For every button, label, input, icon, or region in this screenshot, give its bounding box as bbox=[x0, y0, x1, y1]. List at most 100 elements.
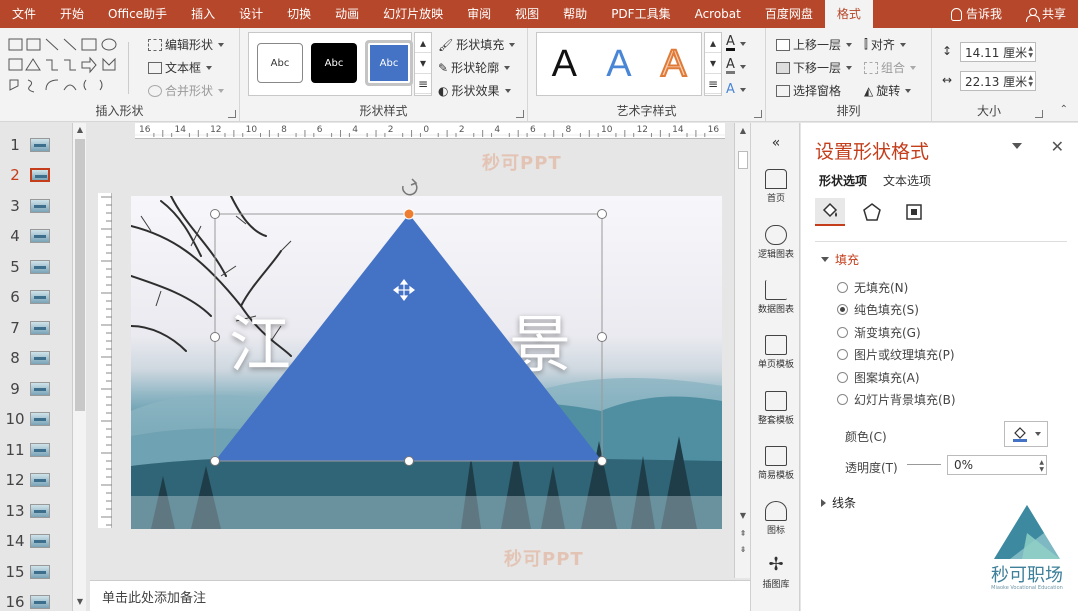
resize-handle-top-right[interactable] bbox=[597, 209, 607, 219]
selected-triangle-shape[interactable] bbox=[90, 123, 730, 578]
radio-no-fill[interactable] bbox=[837, 282, 848, 293]
fill-line-icon[interactable] bbox=[815, 198, 845, 226]
option-gradient-fill[interactable]: 渐变填充(G) bbox=[837, 324, 921, 341]
scroll-up-icon[interactable]: ▲ bbox=[738, 126, 748, 136]
thumbnail-scroll-thumb[interactable] bbox=[75, 139, 85, 411]
shape-style-gallery-scroll[interactable]: ▴ ▾ ≡ bbox=[414, 32, 432, 96]
tab-design[interactable]: 设计 bbox=[227, 0, 275, 28]
tab-transitions[interactable]: 切换 bbox=[275, 0, 323, 28]
option-no-fill[interactable]: 无填充(N) bbox=[837, 279, 908, 296]
radio-slide-bg-fill[interactable] bbox=[837, 394, 848, 405]
thumbnail-slide-11[interactable]: 11 bbox=[0, 438, 70, 462]
option-picture-fill[interactable]: 图片或纹理填充(P) bbox=[837, 346, 955, 363]
shape-styles-launcher-icon[interactable] bbox=[516, 110, 524, 118]
transparency-input[interactable]: 0% ▲ ▼ bbox=[947, 455, 1047, 475]
shape-fill-button[interactable]: 🖌 形状填充 bbox=[438, 36, 516, 53]
merge-shapes-button[interactable]: 合并形状 bbox=[148, 82, 225, 99]
style-white[interactable]: Abc bbox=[257, 43, 303, 83]
resize-handle-right[interactable] bbox=[597, 332, 607, 342]
width-spinner-icon[interactable]: ▲ ▼ bbox=[1028, 74, 1033, 88]
width-input[interactable]: 22.13 厘米 ▲ ▼ bbox=[960, 71, 1036, 91]
notes-pane[interactable]: 单击此处添加备注 bbox=[90, 580, 750, 611]
scroll-down-icon[interactable]: ▼ bbox=[75, 597, 85, 607]
radio-gradient-fill[interactable] bbox=[837, 327, 848, 338]
shape-outline-button[interactable]: ✎ 形状轮廓 bbox=[438, 59, 511, 76]
scroll-up-icon[interactable]: ▲ bbox=[75, 125, 85, 135]
option-solid-fill[interactable]: 纯色填充(S) bbox=[837, 301, 919, 318]
tab-slideshow[interactable]: 幻灯片放映 bbox=[371, 0, 455, 28]
align-button[interactable]: ⫿ 对齐 bbox=[864, 36, 906, 53]
text-outline-button[interactable]: A bbox=[726, 58, 746, 74]
option-slide-bg-fill[interactable]: 幻灯片背景填充(B) bbox=[837, 391, 956, 408]
thumbnail-slide-4[interactable]: 4 bbox=[0, 224, 70, 248]
close-pane-icon[interactable]: ✕ bbox=[1051, 137, 1064, 156]
thumbnail-slide-8[interactable]: 8 bbox=[0, 346, 70, 370]
text-fill-button[interactable]: A bbox=[726, 35, 746, 51]
height-input[interactable]: 14.11 厘米 ▲ ▼ bbox=[960, 42, 1036, 62]
thumbnail-slide-3[interactable]: 3 bbox=[0, 194, 70, 218]
thumbnail-slide-10[interactable]: 10 bbox=[0, 407, 70, 431]
thumbnail-slide-14[interactable]: 14 bbox=[0, 529, 70, 553]
radio-pattern-fill[interactable] bbox=[837, 372, 848, 383]
color-picker-button[interactable] bbox=[1004, 421, 1048, 447]
line-section-header[interactable]: 线条 bbox=[821, 494, 856, 511]
tab-file[interactable]: 文件 bbox=[0, 0, 48, 28]
more-icon[interactable]: ≡ bbox=[415, 74, 431, 95]
insert-shapes-launcher-icon[interactable] bbox=[228, 110, 236, 118]
scroll-down-icon[interactable]: ▼ bbox=[738, 511, 748, 521]
rotate-button[interactable]: ◭ 旋转 bbox=[864, 82, 912, 99]
size-launcher-icon[interactable] bbox=[1035, 110, 1043, 118]
chevron-down-icon[interactable]: ▾ bbox=[415, 53, 431, 74]
wordart-gallery-scroll[interactable]: ▴ ▾ ≡ bbox=[704, 32, 722, 96]
height-spinner-icon[interactable]: ▲ ▼ bbox=[1028, 45, 1033, 59]
next-slide-icon[interactable]: ⇟ bbox=[738, 545, 748, 555]
tab-animations[interactable]: 动画 bbox=[323, 0, 371, 28]
strip-illustration-button[interactable]: ✢ 插图库 bbox=[751, 555, 801, 591]
tab-insert[interactable]: 插入 bbox=[179, 0, 227, 28]
tab-baidu-netdisk[interactable]: 百度网盘 bbox=[753, 0, 825, 28]
bring-forward-button[interactable]: 上移一层 bbox=[776, 36, 853, 53]
thumbnail-scrollbar[interactable]: ▲ ▼ bbox=[72, 123, 86, 611]
thumbnail-slide-2[interactable]: 2 bbox=[0, 163, 70, 187]
tab-help[interactable]: 帮助 bbox=[551, 0, 599, 28]
tell-me-button[interactable]: 告诉我 bbox=[939, 0, 1014, 28]
editor-scroll-thumb[interactable] bbox=[738, 151, 748, 169]
transparency-spinner-icon[interactable]: ▲ ▼ bbox=[1039, 459, 1044, 473]
wordart-blue[interactable]: A bbox=[606, 43, 631, 86]
fill-section-header[interactable]: 填充 bbox=[821, 251, 859, 268]
tab-shape-options[interactable]: 形状选项 bbox=[819, 172, 867, 189]
chevron-up-icon[interactable]: ▴ bbox=[415, 33, 431, 54]
thumbnail-slide-5[interactable]: 5 bbox=[0, 255, 70, 279]
editor-scrollbar[interactable]: ▲ ▼ ⇞ ⇟ bbox=[734, 123, 750, 578]
wordart-black[interactable]: A bbox=[552, 43, 577, 86]
wordart-launcher-icon[interactable] bbox=[754, 110, 762, 118]
resize-handle-bottom-right[interactable] bbox=[597, 456, 607, 466]
resize-handle-bottom-left[interactable] bbox=[210, 456, 220, 466]
more-icon[interactable]: ≡ bbox=[705, 74, 721, 95]
selection-pane-button[interactable]: 选择窗格 bbox=[776, 82, 841, 99]
thumbnail-slide-6[interactable]: 6 bbox=[0, 285, 70, 309]
shape-gallery[interactable] bbox=[8, 36, 126, 96]
thumbnail-slide-15[interactable]: 15 bbox=[0, 560, 70, 584]
strip-icons-button[interactable]: 图标 bbox=[751, 501, 801, 536]
tab-pdf-tools[interactable]: PDF工具集 bbox=[599, 0, 682, 28]
thumbnail-slide-1[interactable]: 1 bbox=[0, 133, 70, 157]
resize-handle-left[interactable] bbox=[210, 332, 220, 342]
radio-solid-fill[interactable] bbox=[837, 304, 848, 315]
tab-acrobat[interactable]: Acrobat bbox=[683, 0, 753, 28]
tab-review[interactable]: 审阅 bbox=[455, 0, 503, 28]
strip-simple-template-button[interactable]: 简易模板 bbox=[751, 446, 801, 481]
size-properties-icon[interactable] bbox=[899, 198, 929, 226]
wordart-orange[interactable]: A bbox=[660, 42, 687, 86]
shape-gallery-scroll[interactable] bbox=[128, 42, 134, 94]
style-black[interactable]: Abc bbox=[311, 43, 357, 83]
pane-options-dropdown-icon[interactable] bbox=[1012, 143, 1022, 149]
tab-home[interactable]: 开始 bbox=[48, 0, 96, 28]
thumbnail-slide-7[interactable]: 7 bbox=[0, 316, 70, 340]
tab-office-assistant[interactable]: Office助手 bbox=[96, 0, 179, 28]
edit-shape-button[interactable]: 编辑形状 bbox=[148, 36, 225, 53]
resize-handle-bottom[interactable] bbox=[404, 456, 414, 466]
strip-data-chart-button[interactable]: 数据图表 bbox=[751, 280, 801, 315]
chevron-down-icon[interactable]: ▾ bbox=[705, 53, 721, 74]
chevron-up-icon[interactable]: ▴ bbox=[705, 33, 721, 54]
